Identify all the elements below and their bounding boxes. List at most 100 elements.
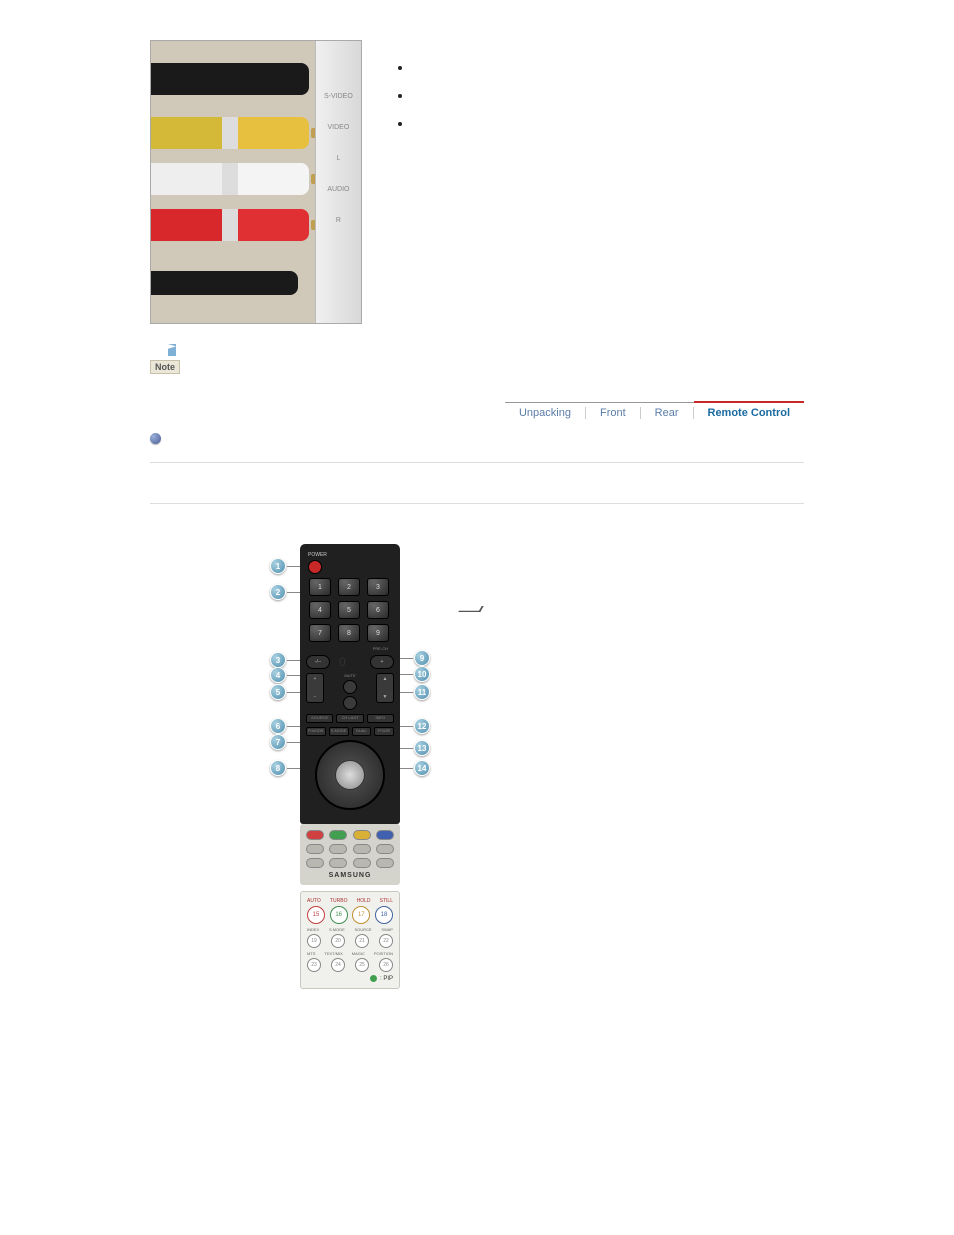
callout-19: 19 [307,934,321,948]
remote-control-image: 1 2 3 4 5 6 7 8 9 10 11 12 13 14 POWER [270,544,430,989]
bar-button[interactable]: DUAL [352,727,372,736]
green-dot-icon [370,975,377,982]
note-icon: Note [150,344,184,374]
num-1[interactable]: 1 [309,578,331,596]
info-button[interactable] [343,696,357,710]
callout-12: 12 [414,718,430,734]
num-2[interactable]: 2 [338,578,360,596]
callout-11: 11 [414,684,430,700]
panel-label: R [336,217,341,224]
callout-24: 24 [331,958,345,972]
bar-button[interactable]: P.SIZE [374,727,394,736]
btn-label: POSITION [374,951,393,956]
callout-21: 21 [355,934,369,948]
num-3[interactable]: 3 [367,578,389,596]
remote-section: 1 2 3 4 5 6 7 8 9 10 11 12 13 14 POWER [270,544,804,989]
channel-rocker[interactable]: ▲▼ [376,673,394,703]
callout-15: 15 [307,906,325,924]
dash-button[interactable]: -/-- [306,655,330,669]
panel-label: AUDIO [327,186,349,193]
num-8[interactable]: 8 [338,624,360,642]
btn-label: AUTO [307,898,321,904]
num-7[interactable]: 7 [309,624,331,642]
divider [150,462,804,463]
callout-16: 16 [330,906,348,924]
mute-button[interactable] [343,680,357,694]
color-green-button[interactable] [329,830,347,840]
num-4[interactable]: 4 [309,601,331,619]
callout-9: 9 [414,650,430,666]
color-blue-button[interactable] [376,830,394,840]
num-6[interactable]: 6 [367,601,389,619]
gray-button[interactable] [376,844,394,854]
note-block: Note [150,344,804,374]
btn-label: INDEX [307,927,319,932]
subheading-row [150,433,804,444]
callout-13: 13 [414,740,430,756]
callout-22: 22 [379,934,393,948]
btn-label: MAGIC [352,951,365,956]
btn-label: HOLD [357,898,371,904]
divider [150,503,804,504]
callout-2: 2 [270,584,286,600]
num-5[interactable]: 5 [338,601,360,619]
nav-remote-control[interactable]: Remote Control [694,401,805,419]
panel-label: S-VIDEO [324,93,353,100]
enter-button[interactable] [335,760,365,790]
gray-button[interactable] [353,844,371,854]
dpad[interactable] [315,740,385,810]
nav-rear[interactable]: Rear [641,407,694,419]
bar-button[interactable]: SOURCE [306,714,333,723]
callout-7: 7 [270,734,286,750]
num-9[interactable]: 9 [367,624,389,642]
mute-label: MUTE [344,673,355,678]
gray-button[interactable] [353,858,371,868]
gray-button[interactable] [376,858,394,868]
prech-button[interactable]: + [370,655,394,669]
btn-label: S.MODE [329,927,345,932]
num-0[interactable]: 0 [339,655,361,669]
btn-label: TURBO [330,898,348,904]
callout-10: 10 [414,666,430,682]
callout-1: 1 [270,558,286,574]
color-yellow-button[interactable] [353,830,371,840]
top-section: S-VIDEO VIDEO L AUDIO R [150,40,804,324]
callout-23: 23 [307,958,321,972]
bar-button[interactable]: S.MODE [329,727,349,736]
panel-label: L [336,155,340,162]
pip-legend: : PIP [307,975,393,982]
callout-26: 26 [379,958,393,972]
gray-button[interactable] [306,844,324,854]
power-label: POWER [306,552,394,558]
callout-5: 5 [270,684,286,700]
gray-button[interactable] [329,844,347,854]
callout-3: 3 [270,652,286,668]
bar-button[interactable]: CH LAST [336,714,363,723]
panel-label: VIDEO [328,124,350,131]
nav-front[interactable]: Front [586,407,641,419]
callout-25: 25 [355,958,369,972]
bar-button[interactable]: P.MODE [306,727,326,736]
bar-button[interactable]: INFO [367,714,394,723]
gray-button[interactable] [329,858,347,868]
brand-label: SAMSUNG [306,872,394,879]
gray-button[interactable] [306,858,324,868]
callout-20: 20 [331,934,345,948]
nav-unpacking[interactable]: Unpacking [505,407,586,419]
number-pad: 1 2 3 4 5 6 7 8 9 [309,578,391,642]
callout-6: 6 [270,718,286,734]
btn-label: STILL [380,898,393,904]
callout-14: 14 [414,760,430,776]
remote-bottom-panel: AUTO TURBO HOLD STILL 15 16 17 18 INDEX … [300,891,400,989]
color-red-button[interactable] [306,830,324,840]
arrow-icon [458,606,483,612]
btn-label: SOURCE [354,927,371,932]
power-button[interactable] [308,560,322,574]
section-nav: Unpacking Front Rear Remote Control [150,402,804,419]
callout-8: 8 [270,760,286,776]
connector-photo: S-VIDEO VIDEO L AUDIO R [150,40,362,324]
callout-18: 18 [375,906,393,924]
btn-label: SWAP [381,927,393,932]
btn-label: MTS [307,951,315,956]
volume-rocker[interactable]: +− [306,673,324,703]
